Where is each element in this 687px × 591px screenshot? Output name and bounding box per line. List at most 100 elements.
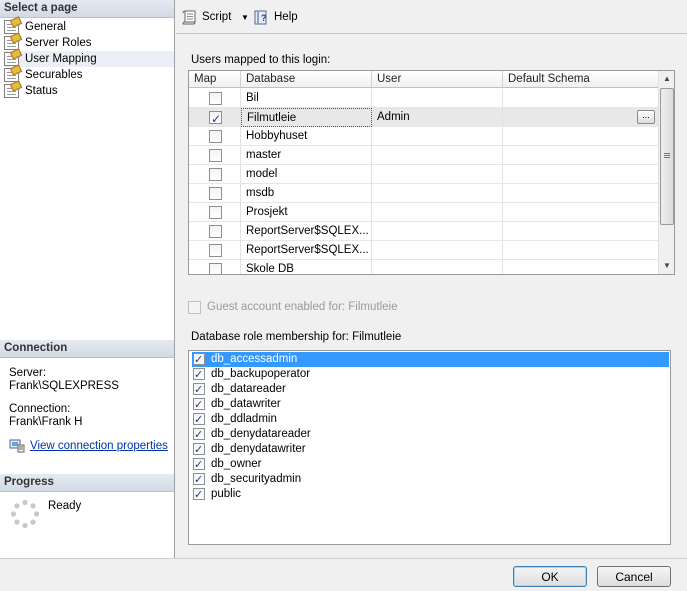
map-checkbox[interactable] — [209, 92, 222, 105]
role-checkbox[interactable] — [193, 457, 205, 472]
role-item-db-denydatawriter[interactable]: db_denydatawriter — [192, 442, 669, 457]
users-mapped-grid[interactable]: Map Database User Default Schema BilFilm… — [188, 70, 675, 275]
role-item-db-securityadmin[interactable]: db_securityadmin — [192, 472, 669, 487]
database-cell[interactable]: Skole DB — [241, 260, 372, 274]
table-row[interactable]: Bil — [189, 89, 659, 108]
scroll-up-icon[interactable]: ▲ — [659, 71, 674, 87]
table-row[interactable]: model — [189, 165, 659, 184]
database-cell[interactable]: model — [241, 165, 372, 184]
user-cell[interactable] — [372, 127, 503, 146]
default-schema-cell[interactable] — [503, 203, 659, 222]
role-checkbox[interactable] — [193, 412, 205, 427]
role-item-public[interactable]: public — [192, 487, 669, 502]
user-cell[interactable]: Admin — [372, 108, 503, 127]
user-cell[interactable] — [372, 184, 503, 203]
guest-account-label: Guest account enabled for: Filmutleie — [207, 301, 398, 313]
role-label: db_accessadmin — [211, 353, 298, 365]
view-connection-properties-link[interactable]: View connection properties — [9, 438, 168, 454]
page-item-general[interactable]: General — [4, 19, 66, 35]
database-cell[interactable]: msdb — [241, 184, 372, 203]
page-item-label: User Mapping — [25, 53, 97, 65]
view-connection-properties-label[interactable]: View connection properties — [30, 440, 168, 452]
help-button[interactable]: ? Help — [254, 8, 302, 27]
user-cell[interactable] — [372, 260, 503, 274]
table-row[interactable]: msdb — [189, 184, 659, 203]
role-checkbox[interactable] — [193, 487, 205, 502]
default-schema-cell[interactable] — [503, 260, 659, 274]
map-checkbox[interactable] — [209, 187, 222, 200]
role-item-db-owner[interactable]: db_owner — [192, 457, 669, 472]
ok-button[interactable]: OK — [513, 566, 587, 587]
default-schema-cell[interactable] — [503, 146, 659, 165]
map-checkbox[interactable] — [209, 225, 222, 238]
map-checkbox[interactable] — [209, 263, 222, 274]
column-header-map[interactable]: Map — [189, 71, 241, 88]
script-dropdown-icon[interactable]: ▼ — [241, 8, 249, 27]
role-checkbox[interactable] — [193, 472, 205, 487]
role-item-db-datareader[interactable]: db_datareader — [192, 382, 669, 397]
guest-account-checkbox[interactable] — [188, 301, 201, 314]
map-checkbox[interactable] — [209, 206, 222, 219]
database-cell[interactable]: Filmutleie — [241, 108, 372, 127]
default-schema-cell[interactable] — [503, 241, 659, 260]
role-checkbox[interactable] — [193, 367, 205, 382]
role-item-db-datawriter[interactable]: db_datawriter — [192, 397, 669, 412]
column-header-user[interactable]: User — [372, 71, 503, 88]
database-cell[interactable]: Prosjekt — [241, 203, 372, 222]
role-item-db-ddladmin[interactable]: db_ddladmin — [192, 412, 669, 427]
user-cell[interactable] — [372, 165, 503, 184]
role-label: db_denydatareader — [211, 428, 311, 440]
database-cell[interactable]: Bil — [241, 89, 372, 108]
progress-header: Progress — [0, 474, 174, 492]
user-cell[interactable] — [372, 222, 503, 241]
default-schema-cell[interactable] — [503, 165, 659, 184]
user-cell[interactable] — [372, 241, 503, 260]
default-schema-cell[interactable] — [503, 89, 659, 108]
role-checkbox[interactable] — [193, 427, 205, 442]
scroll-down-icon[interactable]: ▼ — [659, 258, 674, 274]
progress-spinner-icon — [10, 499, 40, 529]
table-row[interactable]: ReportServer$SQLEX... — [189, 241, 659, 260]
scroll-thumb[interactable] — [660, 88, 674, 225]
map-checkbox[interactable] — [209, 130, 222, 143]
default-schema-cell[interactable] — [503, 222, 659, 241]
map-checkbox[interactable] — [209, 110, 222, 127]
page-item-user-mapping[interactable]: User Mapping — [4, 51, 174, 67]
database-cell[interactable]: master — [241, 146, 372, 165]
database-cell[interactable]: ReportServer$SQLEX... — [241, 222, 372, 241]
map-checkbox[interactable] — [209, 244, 222, 257]
role-item-db-backupoperator[interactable]: db_backupoperator — [192, 367, 669, 382]
role-item-db-accessadmin[interactable]: db_accessadmin — [192, 352, 669, 367]
role-checkbox[interactable] — [193, 382, 205, 397]
role-checkbox[interactable] — [193, 397, 205, 412]
default-schema-cell[interactable] — [503, 184, 659, 203]
script-button[interactable]: Script ▼ — [182, 8, 252, 27]
page-item-status[interactable]: Status — [4, 83, 58, 99]
column-header-database[interactable]: Database — [241, 71, 372, 88]
default-schema-cell[interactable] — [503, 127, 659, 146]
user-cell[interactable] — [372, 203, 503, 222]
role-membership-list[interactable]: db_accessadmin db_backupoperator db_datare… — [188, 350, 671, 545]
map-checkbox[interactable] — [209, 149, 222, 162]
connection-value: Frank\Frank H — [9, 416, 83, 428]
user-cell[interactable] — [372, 146, 503, 165]
database-cell[interactable]: Hobbyhuset — [241, 127, 372, 146]
table-row[interactable]: FilmutleieAdmin... — [189, 108, 659, 127]
role-checkbox[interactable] — [193, 352, 205, 367]
column-header-default-schema[interactable]: Default Schema — [503, 71, 659, 88]
browse-schema-button[interactable]: ... — [637, 110, 655, 124]
map-checkbox[interactable] — [209, 168, 222, 181]
table-row[interactable]: Skole DB — [189, 260, 659, 274]
table-row[interactable]: Prosjekt — [189, 203, 659, 222]
table-row[interactable]: Hobbyhuset — [189, 127, 659, 146]
cancel-button[interactable]: Cancel — [597, 566, 671, 587]
default-schema-cell[interactable] — [503, 108, 659, 127]
role-item-db-denydatareader[interactable]: db_denydatareader — [192, 427, 669, 442]
progress-status: Ready — [48, 500, 82, 512]
database-cell[interactable]: ReportServer$SQLEX... — [241, 241, 372, 260]
role-checkbox[interactable] — [193, 442, 205, 457]
user-cell[interactable] — [372, 89, 503, 108]
users-grid-scrollbar[interactable]: ▲ ▼ — [658, 71, 674, 274]
table-row[interactable]: master — [189, 146, 659, 165]
table-row[interactable]: ReportServer$SQLEX... — [189, 222, 659, 241]
